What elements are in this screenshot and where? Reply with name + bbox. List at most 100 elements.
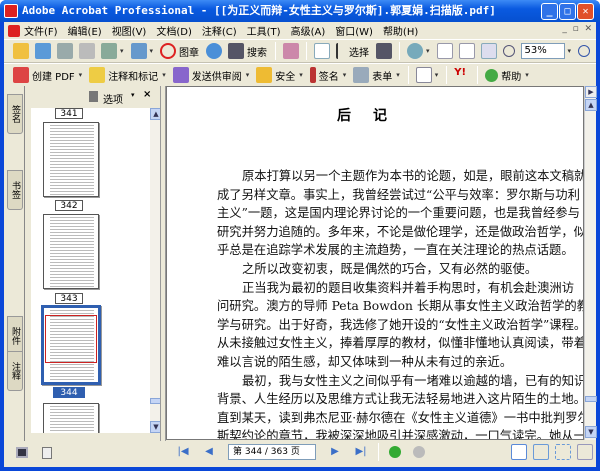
continuous-facing-icon[interactable] <box>555 444 571 460</box>
panel-footer <box>4 441 162 467</box>
previous-page-icon[interactable]: ◀ <box>203 446 215 458</box>
thumbnail-list: 341 342 343 344 <box>31 108 150 433</box>
app-window: Adobe Acrobat Professional - [[为正义而辩-女性主… <box>0 0 600 471</box>
page-thumbnail[interactable] <box>43 403 99 433</box>
scroll-down-icon[interactable]: ▼ <box>585 426 597 438</box>
zoom-input[interactable]: 53% <box>520 43 565 59</box>
text-line: 之所以改变初衷，既是偶然的巧合，又有必然的驱使。 <box>242 261 538 276</box>
send-review-button[interactable]: 发送供审阅 <box>192 68 242 83</box>
first-page-icon[interactable]: |◀ <box>177 446 189 458</box>
page-view-icon[interactable] <box>42 447 52 459</box>
page-label[interactable]: 343 <box>55 293 83 304</box>
menu-file[interactable]: 文件(F) <box>24 23 58 38</box>
print-icon[interactable] <box>79 43 95 59</box>
pages-panel-header: 选项 ▾ × <box>25 86 160 108</box>
hand-tool-icon[interactable] <box>314 43 331 59</box>
email-icon[interactable] <box>101 43 117 59</box>
thumbnail-view-icon[interactable] <box>16 447 28 458</box>
tab-bookmarks[interactable]: 书签 <box>7 170 23 210</box>
continuous-icon[interactable] <box>533 444 549 460</box>
snapshot-icon[interactable] <box>376 43 393 59</box>
page-thumbnail[interactable] <box>43 122 99 197</box>
pen-icon <box>309 67 316 83</box>
window-title: Adobe Acrobat Professional - [[为正义而辩-女性主… <box>22 4 496 17</box>
tab-signatures[interactable]: 签名 <box>7 94 23 134</box>
fit-page-icon[interactable] <box>458 43 475 59</box>
minimize-button[interactable]: _ <box>541 3 558 20</box>
binoculars-icon[interactable] <box>228 43 245 59</box>
text-line: 原本打算以另一个主题作为本书的论题，如是，眼前这本文稿就 <box>242 169 584 183</box>
comment-markup-button[interactable]: 注释和标记 <box>108 68 158 83</box>
menu-window[interactable]: 窗口(W) <box>335 23 373 38</box>
open-icon[interactable] <box>13 43 29 59</box>
view-rectangle[interactable] <box>45 315 97 363</box>
actual-size-icon[interactable] <box>436 43 453 59</box>
menu-document[interactable]: 文档(D) <box>156 23 192 38</box>
trash-icon[interactable] <box>89 91 98 102</box>
security-button[interactable]: 安全 <box>275 68 295 83</box>
menu-comments[interactable]: 注释(C) <box>202 23 237 38</box>
menu-advanced[interactable]: 高级(A) <box>291 23 326 38</box>
help-button[interactable]: 帮助 <box>501 68 521 83</box>
photoshop-icon[interactable] <box>283 43 300 59</box>
page-number-input[interactable]: 第 344 / 363 页 <box>228 444 316 460</box>
select-label[interactable]: 选择 <box>349 44 369 59</box>
stamp-label[interactable]: 图章 <box>179 44 199 59</box>
text-line: 乎总是在追踪学术发展的主流趋势，一直在关注理论的热点话题。 <box>217 243 574 258</box>
page-heading: 后记 <box>337 108 409 124</box>
workspace: 签名 书签 附件 注释 选项 ▾ × 341 342 343 344 ▲ ▼ 后… <box>4 86 597 467</box>
web-icon[interactable] <box>206 43 223 59</box>
page-label[interactable]: 341 <box>55 108 83 119</box>
last-page-icon[interactable]: ▶| <box>355 446 367 458</box>
yahoo-icon[interactable]: Y! <box>454 67 470 83</box>
pages-panel: 选项 ▾ × 341 342 343 344 ▲ ▼ <box>24 86 162 441</box>
page-label-selected[interactable]: 344 <box>53 387 85 398</box>
text-line: 学与研究。出于好奇，我选修了她开设的“女性主义政治哲学”课程。 <box>217 317 584 332</box>
mdi-controls[interactable]: _ ▫ ✕ <box>562 24 592 34</box>
scroll-thumb[interactable] <box>585 396 597 402</box>
close-panel-button[interactable]: × <box>143 89 151 100</box>
page-export-icon[interactable] <box>415 67 432 83</box>
zoom-out-icon[interactable] <box>502 45 515 57</box>
menu-help[interactable]: 帮助(H) <box>383 23 418 38</box>
maximize-button[interactable]: □ <box>559 3 576 20</box>
page-label[interactable]: 342 <box>55 200 83 211</box>
sign-button[interactable]: 签名 <box>319 68 339 83</box>
next-page-icon[interactable]: ▶ <box>329 446 341 458</box>
help-icon <box>485 68 499 82</box>
document-scrollbar[interactable]: ▶ ▲ ▼ <box>584 86 597 440</box>
toolbar-tasks: 创建 PDF ▾ 注释和标记 ▾ 发送供审阅 ▾ 安全 ▾ 签名 ▾ 表单 ▾ ▾ Y! 帮… <box>4 63 596 87</box>
fit-width-icon[interactable] <box>480 43 497 59</box>
zoom-in-tool-icon[interactable] <box>407 43 424 59</box>
previous-view-icon[interactable] <box>389 446 401 458</box>
divider <box>378 443 379 461</box>
scroll-up-icon[interactable]: ▲ <box>585 99 597 111</box>
menu-tools[interactable]: 工具(T) <box>247 23 281 38</box>
divider <box>275 42 277 60</box>
facing-icon[interactable] <box>577 444 593 460</box>
tab-comments[interactable]: 注释 <box>7 351 23 391</box>
menu-edit[interactable]: 编辑(E) <box>68 23 102 38</box>
search-label[interactable]: 搜索 <box>247 44 267 59</box>
next-view-icon[interactable] <box>413 446 425 458</box>
create-pdf-button[interactable]: 创建 PDF <box>32 68 75 83</box>
divider <box>446 66 448 84</box>
forms-button[interactable]: 表单 <box>372 68 392 83</box>
single-page-icon[interactable] <box>511 444 527 460</box>
divider <box>477 66 479 84</box>
page-navigation-bar: |◀ ◀ 第 344 / 363 页 ▶ ▶| <box>162 441 596 463</box>
page-thumbnail-selected[interactable] <box>41 305 101 385</box>
expand-panel-icon[interactable]: ▶ <box>585 86 597 98</box>
menu-view[interactable]: 视图(V) <box>112 23 147 38</box>
tab-attachments[interactable]: 附件 <box>7 316 23 356</box>
divider <box>399 42 401 60</box>
organizer-icon[interactable] <box>35 43 51 59</box>
attach-icon[interactable] <box>130 43 147 59</box>
save-icon[interactable] <box>57 43 73 59</box>
zoom-in-icon[interactable] <box>578 45 591 57</box>
options-menu[interactable]: 选项 <box>103 91 123 106</box>
stamp-icon[interactable] <box>160 43 177 59</box>
select-tool-icon[interactable] <box>336 43 346 59</box>
close-button[interactable]: ✕ <box>577 3 594 20</box>
page-thumbnail[interactable] <box>43 214 99 289</box>
